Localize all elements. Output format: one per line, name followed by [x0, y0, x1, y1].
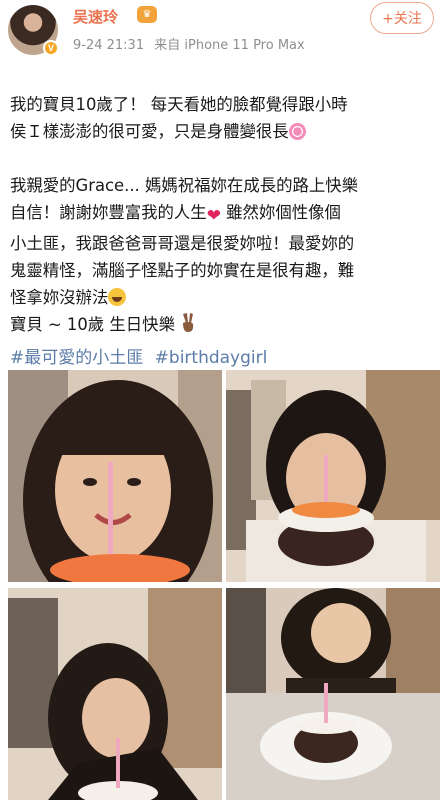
follow-button[interactable]: +关注: [370, 2, 434, 34]
lollipop-icon: [288, 123, 306, 140]
post-text-line: 侯Ｉ樣澎澎的很可愛，只是身體變很長: [10, 118, 438, 145]
post-text-line: 自信！謝謝妳豐富我的人生❤ 雖然妳個性像個: [10, 199, 438, 230]
username[interactable]: 吴速玲: [73, 6, 118, 27]
avatar[interactable]: V: [8, 5, 59, 56]
post-text-line: 我的寶貝10歲了！ 每天看她的臉都覺得跟小時: [10, 95, 348, 114]
post-body: 我的寶貝10歲了！ 每天看她的臉都覺得跟小時 侯Ｉ樣澎澎的很可愛，只是身體變很長…: [10, 91, 438, 338]
post-date: 9-24 21:31: [73, 38, 145, 53]
post-source: 来自 iPhone 11 Pro Max: [154, 38, 305, 53]
hashtag-row: #最可愛的小土匪 #birthdaygirl: [10, 343, 273, 368]
laughing-face-icon: [108, 288, 127, 306]
verified-badge-icon: V: [43, 40, 59, 56]
post-text-line: 怪拿妳沒辦法: [10, 284, 438, 311]
girl-leaning-cake-photo[interactable]: [8, 588, 222, 800]
post-header: V 吴速玲 ♛ 9-24 21:31 来自 iPhone 11 Pro Max …: [0, 0, 446, 58]
hashtag-link[interactable]: #最可愛的小土匪: [10, 348, 143, 368]
photo-grid: [8, 370, 440, 802]
post-text-line: 鬼靈精怪，滿腦子怪點子的妳實在是很有趣，難: [10, 261, 355, 280]
hashtag-link[interactable]: #birthdaygirl: [155, 348, 268, 368]
post-text-line: 我親愛的Grace... 媽媽祝福妳在成長的路上快樂: [10, 176, 359, 195]
girl-blowing-cake-photo[interactable]: [226, 370, 440, 582]
victory-hand-icon: [183, 313, 194, 332]
vip-crown-icon: ♛: [137, 6, 157, 23]
post-text-line: 小土匪，我跟爸爸哥哥還是很愛妳啦！最愛妳的: [10, 234, 355, 253]
post-meta: 9-24 21:31 来自 iPhone 11 Pro Max: [73, 34, 311, 53]
girl-with-candle-photo[interactable]: [8, 370, 222, 582]
girl-and-cake-photo[interactable]: [226, 588, 440, 800]
heart-icon: ❤: [206, 206, 221, 226]
post-text-line: 寶貝 ~ 10歲 生日快樂: [10, 311, 438, 338]
